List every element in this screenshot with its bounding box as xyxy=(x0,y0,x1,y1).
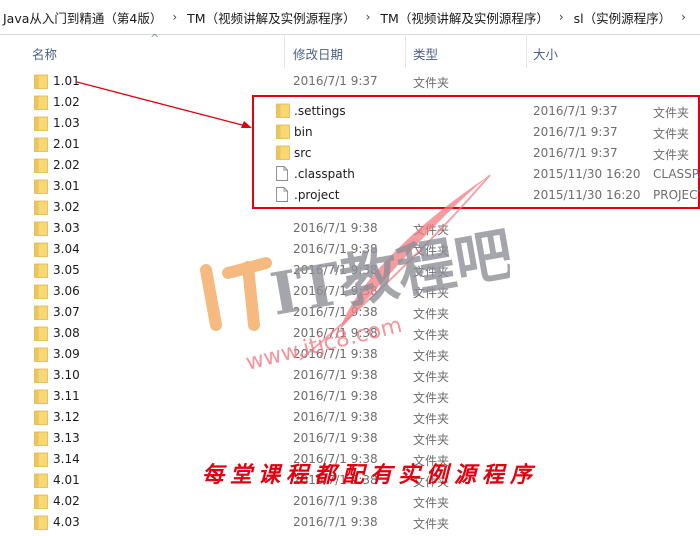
folder-icon xyxy=(276,103,290,118)
file-icon xyxy=(276,187,288,202)
modified-date: 2016/7/1 9:37 xyxy=(533,125,618,139)
file-icon xyxy=(276,166,288,181)
folder-row[interactable]: src 2016/7/1 9:37 文件夹 xyxy=(254,143,700,164)
promo-caption: 每堂课程都配有实例源程序 xyxy=(201,462,538,488)
file-name: .project xyxy=(294,188,340,202)
file-name: .settings xyxy=(294,104,346,118)
folder-contents-callout: .settings 2016/7/1 9:37 文件夹 bin 2016/7/1 9:3… xyxy=(252,95,700,209)
folder-icon xyxy=(276,145,290,160)
folder-icon xyxy=(276,124,290,139)
file-type: 文件夹 xyxy=(653,106,690,120)
file-name: .classpath xyxy=(294,167,355,181)
folder-row[interactable]: bin 2016/7/1 9:37 文件夹 xyxy=(254,122,700,143)
file-type: 文件夹 xyxy=(653,127,690,141)
modified-date: 2015/11/30 16:20 xyxy=(533,167,641,181)
file-type: CLASSPA xyxy=(653,167,700,181)
file-name: src xyxy=(294,146,312,160)
annotation-arrow xyxy=(76,81,252,128)
modified-date: 2016/7/1 9:37 xyxy=(533,104,618,118)
file-row[interactable]: .classpath 2015/11/30 16:20 CLASSPA xyxy=(254,164,700,185)
modified-date: 2015/11/30 16:20 xyxy=(533,188,641,202)
file-type: 文件夹 xyxy=(653,148,690,162)
modified-date: 2016/7/1 9:37 xyxy=(533,146,618,160)
file-name: bin xyxy=(294,125,313,139)
file-type: PROJECT xyxy=(653,188,700,202)
folder-row[interactable]: .settings 2016/7/1 9:37 文件夹 xyxy=(254,101,700,122)
file-row[interactable]: .project 2015/11/30 16:20 PROJECT xyxy=(254,185,700,206)
